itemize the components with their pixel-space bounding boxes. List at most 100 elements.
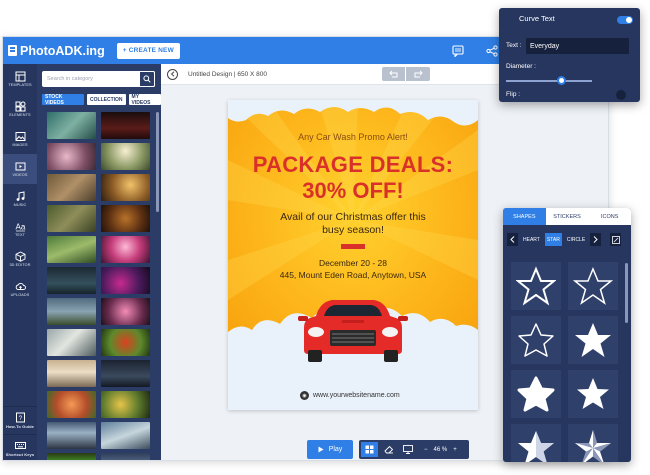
shape-star-split[interactable] [511,424,561,462]
video-thumbnail[interactable] [47,174,96,201]
shortcut-keys-button[interactable]: Shortcut Keys [3,434,37,460]
left-rail: TEMPLATES ELEMENTS IMAGES VIDEOS MUSIC A… [3,64,37,460]
undo-button[interactable] [382,67,406,81]
video-thumbnail[interactable] [101,143,150,170]
shape-star-rounded-outline[interactable] [511,316,561,364]
video-thumbnail[interactable] [101,267,150,294]
template-icon [15,71,25,82]
filter-star[interactable]: STAR [544,233,562,246]
offer-line-1[interactable]: Avail of our Christmas offer this [228,211,478,223]
headline-line-1[interactable]: PACKAGE DEALS: [228,152,478,178]
video-thumbnail[interactable] [101,298,150,325]
rail-item-videos[interactable]: VIDEOS [3,154,37,184]
zoom-in-button[interactable]: + [453,447,457,453]
rail-item-elements[interactable]: ELEMENTS [3,94,37,124]
shape-star-filled[interactable] [568,316,618,364]
shape-star-rounded-filled[interactable] [511,370,561,418]
expand-button[interactable] [610,233,622,246]
search-input[interactable] [42,72,139,86]
shape-star-nautical[interactable] [568,424,618,462]
comment-icon[interactable] [452,44,464,57]
address-text[interactable]: 445, Mount Eden Road, Anytown, USA [228,270,478,280]
panel-scrollbar[interactable] [156,112,159,212]
filter-prev-button[interactable] [507,233,518,246]
image-icon [15,132,25,141]
how-to-guide-button[interactable]: ? How-To Guide [3,406,37,434]
eraser-button[interactable] [380,442,397,457]
video-thumbnail[interactable] [101,329,150,356]
shapes-scrollbar[interactable] [625,263,628,323]
car-illustration[interactable] [296,294,410,364]
rail-item-uploads[interactable]: UPLOADS [3,274,37,304]
offer-line-2[interactable]: busy season! [228,224,478,236]
present-button[interactable] [399,442,416,457]
videos-panel: STOCK VIDEOS COLLECTION MY VIDEOS [37,64,161,460]
rail-item-text[interactable]: Aa TEXT [3,214,37,244]
diameter-label: Diameter : [506,63,536,70]
video-thumbnail[interactable] [101,360,150,387]
video-thumbnail[interactable] [101,391,150,418]
video-thumbnail[interactable] [101,422,150,449]
rail-item-images[interactable]: IMAGES [3,124,37,154]
star-rounded-outline-icon [518,323,554,357]
zoom-out-button[interactable]: − [424,447,428,453]
search-button[interactable] [139,71,155,87]
shapes-tabs: SHAPES STICKERS ICONS [503,208,631,225]
video-thumbnail[interactable] [101,453,150,460]
logo-text: PhotoADK.ing [20,43,105,58]
text-label: Text : [506,42,522,49]
website-line[interactable]: ◉ www.yourwebsitename.com [300,391,400,400]
filter-heart[interactable]: HEART [521,233,542,246]
tab-stickers[interactable]: STICKERS [546,208,589,225]
video-thumbnail[interactable] [47,267,96,294]
headline-line-2[interactable]: 30% OFF! [228,178,478,204]
design-canvas[interactable]: Any Car Wash Promo Alert! PACKAGE DEALS:… [228,100,478,410]
diameter-slider[interactable] [506,80,592,82]
video-thumbnail[interactable] [47,391,96,418]
logo[interactable]: PhotoADK.ing [8,44,105,58]
tab-collection[interactable]: COLLECTION [87,94,126,105]
grid-view-button[interactable] [361,442,378,457]
curve-text-toggle[interactable] [617,16,633,24]
globe-icon: ◉ [300,391,309,400]
search-box [42,71,155,87]
video-thumbnail[interactable] [47,298,96,325]
document-title[interactable]: Untitled Design | 650 X 800 [188,71,267,78]
diameter-slider-handle[interactable] [556,76,566,85]
video-thumbnail[interactable] [47,329,96,356]
filter-circle[interactable]: CIRCLE [565,233,587,246]
redo-button[interactable] [406,67,430,81]
rail-item-music[interactable]: MUSIC [3,184,37,214]
video-thumbnail[interactable] [101,236,150,263]
tab-shapes[interactable]: SHAPES [503,208,546,225]
shape-star-outline[interactable] [511,262,561,310]
video-thumbnail[interactable] [47,143,96,170]
share-icon[interactable] [486,44,498,57]
video-thumbnail[interactable] [47,360,96,387]
tab-stock-videos[interactable]: STOCK VIDEOS [42,94,85,106]
video-thumbnail[interactable] [47,205,96,232]
curve-text-input[interactable] [526,38,629,54]
video-thumbnail[interactable] [47,112,96,139]
shape-star-outline-thin[interactable] [568,262,618,310]
video-thumbnail[interactable] [101,112,150,139]
rail-item-templates[interactable]: TEMPLATES [3,64,37,94]
tab-my-videos[interactable]: MY VIDEOS [128,94,161,106]
divider-bar[interactable] [341,244,365,249]
promo-alert-text[interactable]: Any Car Wash Promo Alert! [228,132,478,142]
tab-icons[interactable]: ICONS [588,208,631,225]
video-thumbnail[interactable] [47,453,96,460]
shape-star-filled-small[interactable] [568,370,618,418]
video-thumbnail[interactable] [47,236,96,263]
video-thumbnail[interactable] [101,205,150,232]
rail-item-3d-editor[interactable]: 3D EDITOR [3,244,37,274]
video-thumbnail[interactable] [47,422,96,449]
filter-next-button[interactable] [590,233,602,246]
video-thumbnail[interactable] [101,174,150,201]
back-button[interactable] [167,68,178,80]
date-text[interactable]: December 20 - 28 [228,258,478,268]
flip-toggle[interactable] [616,90,626,100]
create-new-button[interactable]: + CREATE NEW [116,42,180,59]
play-button[interactable]: Play [307,440,353,459]
expand-icon [611,235,620,244]
